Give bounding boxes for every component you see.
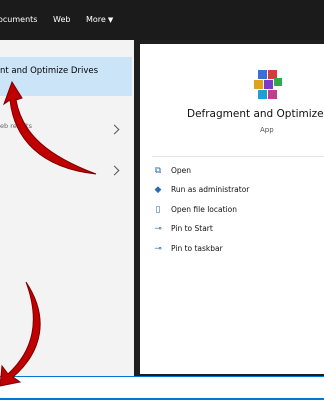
run-as-admin-label: Run as administrator xyxy=(171,185,250,194)
best-match-title: nt and Optimize Drives xyxy=(0,66,99,76)
shield-icon: ◆ xyxy=(154,185,162,195)
pin-to-taskbar-label: Pin to taskbar xyxy=(171,244,223,253)
defrag-app-icon xyxy=(254,70,282,99)
app-type: App xyxy=(260,126,274,134)
search-input[interactable] xyxy=(0,376,324,399)
run-as-admin-action[interactable]: ◆ Run as administrator xyxy=(152,184,312,198)
pin-to-start-action[interactable]: ⊸ Pin to Start xyxy=(152,223,312,237)
divider xyxy=(152,156,324,157)
tab-more-label: More xyxy=(86,15,106,24)
open-file-location-label: Open file location xyxy=(171,205,237,214)
pin-to-start-label: Pin to Start xyxy=(171,224,213,233)
pin-to-taskbar-action[interactable]: ⊸ Pin to taskbar xyxy=(152,243,312,257)
results-list: nt and Optimize Drives eb results xyxy=(0,40,134,376)
caret-down-icon: ▼ xyxy=(107,16,114,24)
open-label: Open xyxy=(171,166,192,175)
tab-more[interactable]: More ▼ xyxy=(86,15,113,24)
pin-icon: ⊸ xyxy=(154,244,162,254)
web-results-row[interactable]: eb results xyxy=(0,122,134,136)
app-details-panel: Defragment and Optimize D App ⧉ Open ◆ R… xyxy=(140,44,324,374)
file-icon: ▯ xyxy=(155,205,161,215)
tab-documents[interactable]: ocuments xyxy=(0,15,37,24)
chevron-right-icon[interactable] xyxy=(109,165,120,176)
pin-icon: ⊸ xyxy=(154,224,162,234)
web-results-label: eb results xyxy=(0,122,32,130)
app-name: Defragment and Optimize D xyxy=(187,108,324,120)
top-filter-bar: ocuments Web More ▼ xyxy=(0,0,324,40)
best-match-item[interactable]: nt and Optimize Drives xyxy=(0,57,132,96)
tab-web[interactable]: Web xyxy=(53,15,70,24)
open-action[interactable]: ⧉ Open xyxy=(152,165,312,179)
open-icon: ⧉ xyxy=(154,166,162,176)
open-file-location-action[interactable]: ▯ Open file location xyxy=(152,204,312,218)
